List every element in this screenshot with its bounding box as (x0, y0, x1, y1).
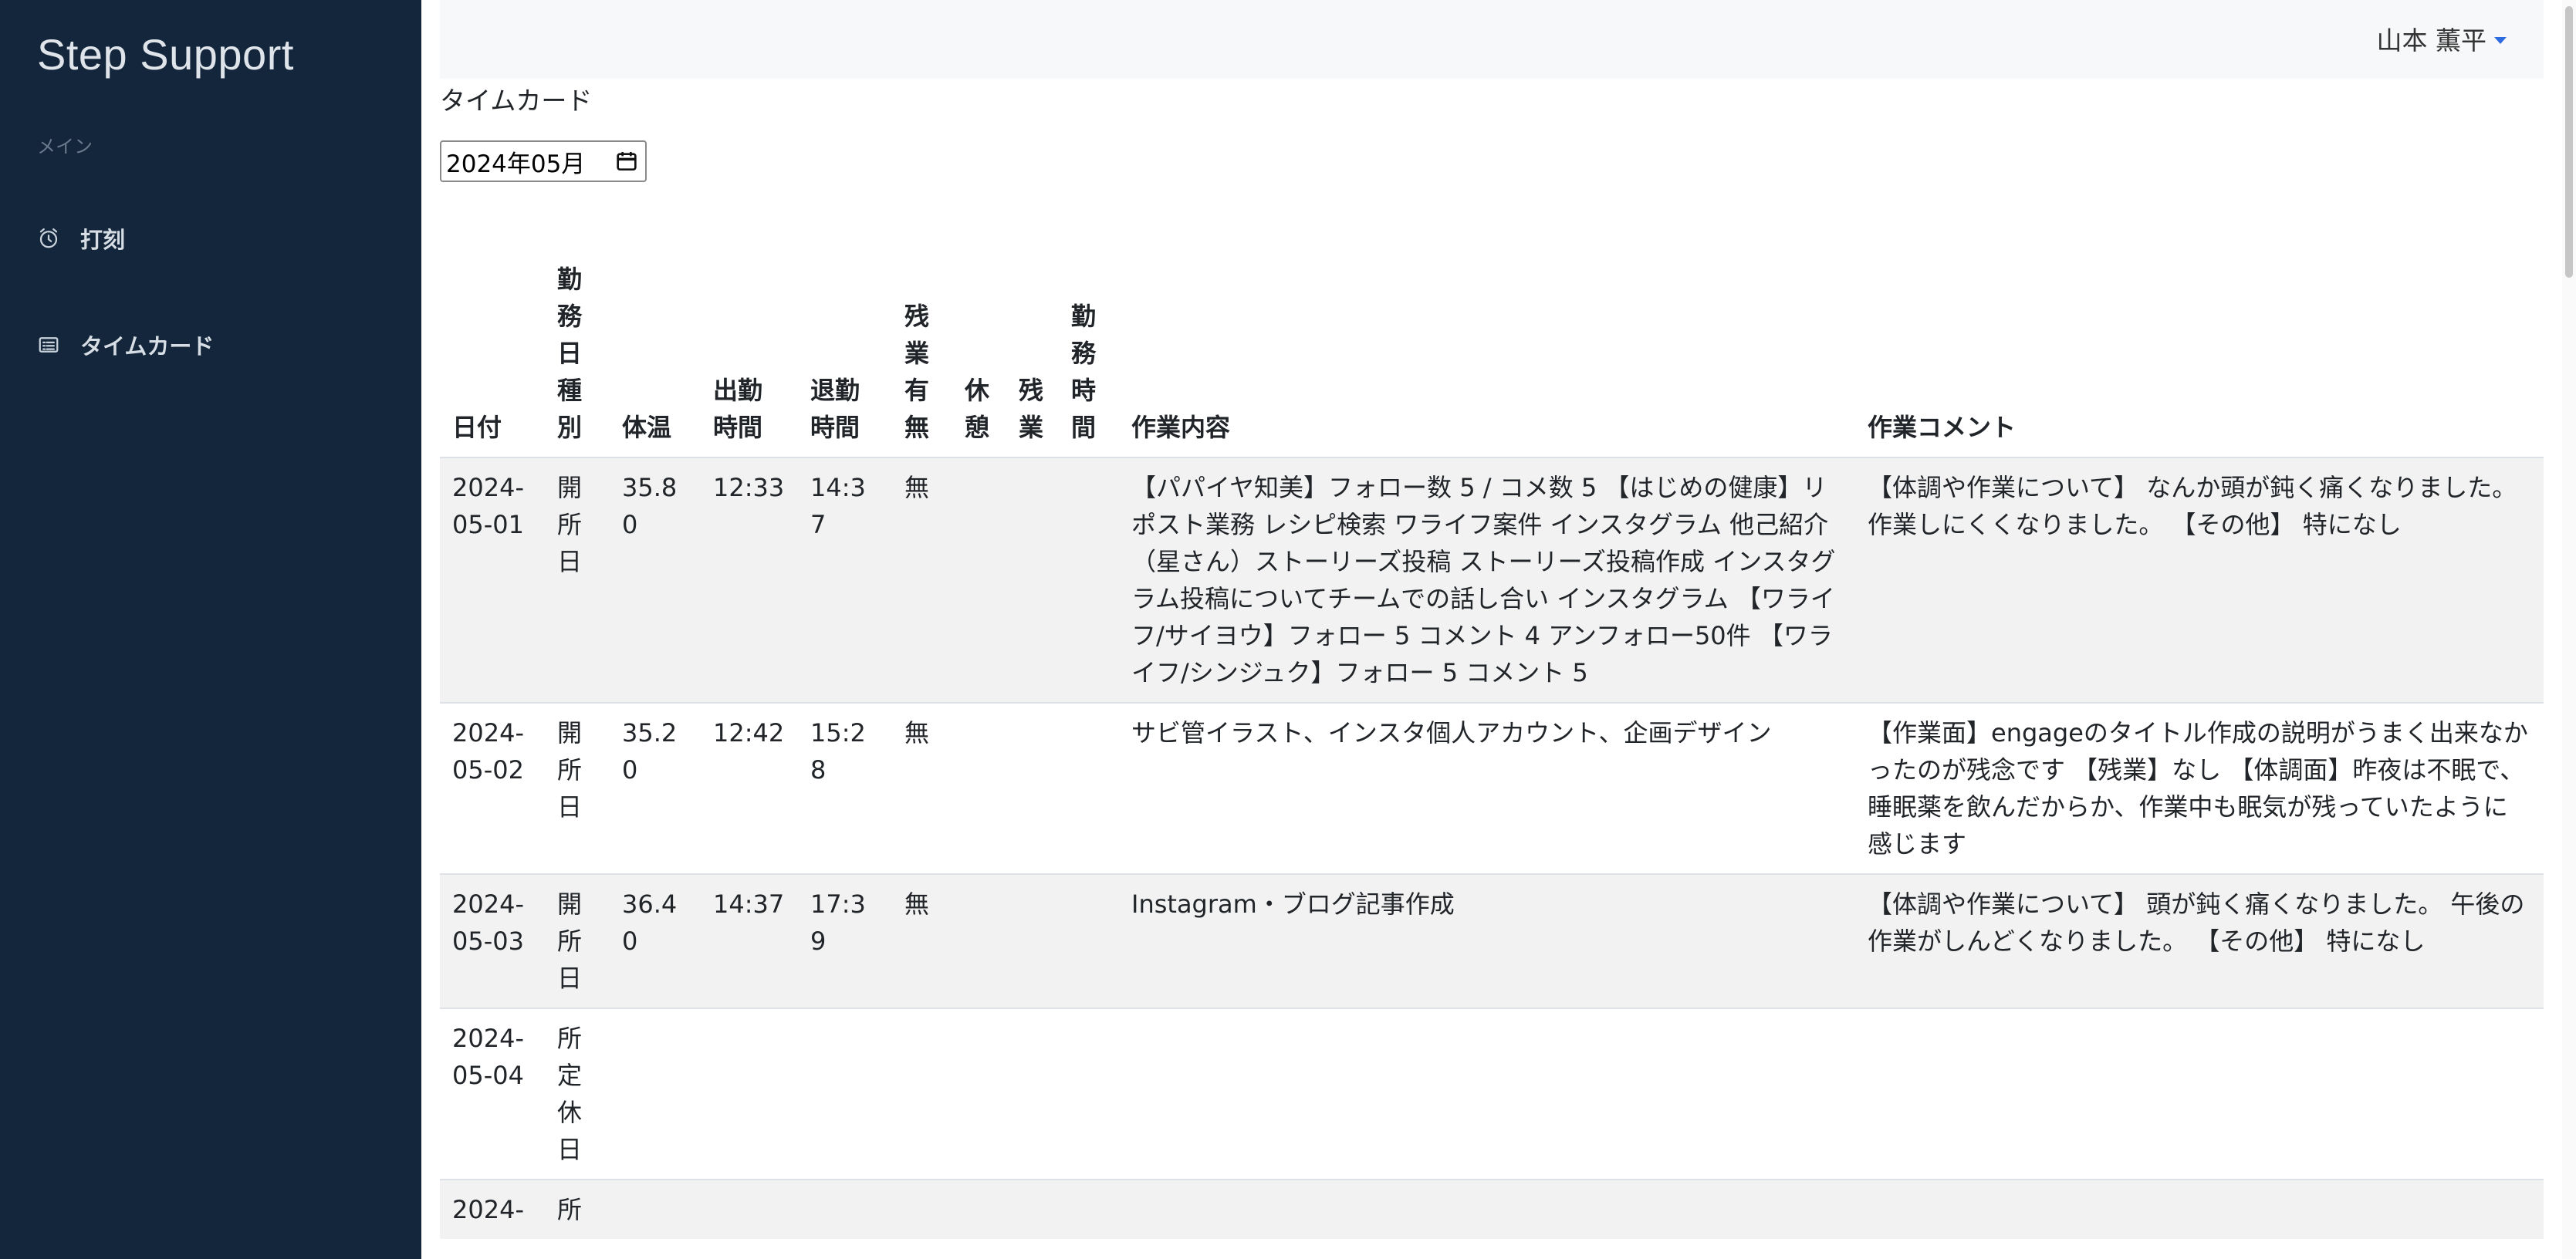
sidebar: Step Support メイン 打刻 タイムカード (0, 0, 421, 1259)
cell-work-content: サビ管イラスト、インスタ個人アカウント、企画デザイン (1131, 718, 1772, 748)
cell-break (952, 457, 1006, 703)
cell-break (952, 1180, 1006, 1239)
timecard-table-wrapper: 日付 勤務日種別 体温 出勤時間 退勤時間 残業有無 休憩 残業 勤務時間 作業… (440, 261, 2544, 1239)
scrollbar-thumb[interactable] (2565, 6, 2573, 278)
cell-clock-in: 12:33 (713, 473, 785, 502)
col-header-clock-in: 出勤時間 (713, 376, 763, 442)
cell-work-comment (1855, 1180, 2544, 1239)
cell-break (952, 1008, 1006, 1180)
cell-day-type: 所 (557, 1195, 583, 1224)
alarm-clock-icon (37, 227, 60, 250)
cell-overtime-flag: 無 (904, 718, 930, 748)
cell-overtime-flag (892, 1180, 952, 1239)
cell-temperature: 35.20 (622, 718, 678, 785)
cell-day-type: 所定休日 (557, 1024, 583, 1164)
user-menu-dropdown[interactable]: 山本 薫平 (2377, 20, 2507, 57)
cell-overtime-flag: 無 (904, 473, 930, 502)
cell-day-type: 開所日 (557, 718, 583, 822)
sidebar-item-label: タイムカード (80, 333, 215, 359)
cell-overtime (1006, 457, 1059, 703)
cell-overtime-flag: 無 (904, 889, 930, 919)
cell-temperature (610, 1008, 701, 1180)
cell-work-comment: 【体調や作業について】 なんか頭が鈍く痛くなりました。 作業しにくくなりました。… (1868, 473, 2517, 539)
sidebar-item-punch[interactable]: 打刻 (37, 222, 125, 255)
col-header-work-hours: 勤務時間 (1071, 302, 1097, 442)
cell-work-content (1119, 1180, 1855, 1239)
cell-overtime-flag (892, 1008, 952, 1180)
sidebar-item-timecard[interactable]: タイムカード (37, 329, 214, 361)
table-row: 2024-05-04 所定休日 (440, 1008, 2544, 1180)
cell-day-type: 開所日 (557, 473, 583, 576)
cell-work-content (1119, 1008, 1855, 1180)
cell-date: 2024-05-01 (452, 473, 524, 539)
col-header-work-content: 作業内容 (1131, 413, 1231, 442)
page-title: タイムカード (440, 86, 593, 116)
cell-work-hours (1059, 874, 1119, 1008)
col-header-clock-out: 退勤時間 (810, 376, 860, 442)
cell-work-comment (1855, 1008, 2544, 1180)
cell-clock-in: 14:37 (713, 889, 785, 919)
col-header-day-type: 勤務日種別 (557, 265, 583, 442)
main-content: 山本 薫平 タイムカード 2024年05月 日付 勤務日種別 体温 出勤時間 退… (421, 0, 2576, 1259)
cell-temperature: 35.80 (622, 473, 678, 539)
top-navbar: 山本 薫平 (440, 0, 2544, 79)
cell-break (952, 874, 1006, 1008)
cell-clock-out: 17:39 (810, 889, 866, 956)
table-row: 2024-05-01 開所日 35.80 12:33 14:37 無 【パパイヤ… (440, 457, 2544, 703)
col-header-temperature: 体温 (622, 413, 672, 442)
cell-work-content: 【パパイヤ知美】フォロー数 5 / コメ数 5 【はじめの健康】リポスト業務 レ… (1131, 473, 1836, 687)
col-header-overtime-flag: 残業有無 (904, 302, 930, 442)
timecard-list-icon (37, 333, 60, 356)
table-row: 2024-05-02 開所日 35.20 12:42 15:28 無 サビ管イラ… (440, 703, 2544, 874)
cell-overtime (1006, 703, 1059, 874)
month-picker-input[interactable]: 2024年05月 (440, 140, 647, 182)
cell-clock-in (701, 1008, 798, 1180)
user-name: 山本 薫平 (2376, 25, 2487, 56)
cell-overtime (1006, 874, 1059, 1008)
cell-break (952, 703, 1006, 874)
sidebar-item-label: 打刻 (80, 227, 126, 253)
cell-date: 2024- (452, 1195, 524, 1224)
calendar-icon[interactable] (614, 149, 639, 174)
cell-clock-in (701, 1180, 798, 1239)
cell-temperature (610, 1180, 701, 1239)
table-header-row: 日付 勤務日種別 体温 出勤時間 退勤時間 残業有無 休憩 残業 勤務時間 作業… (440, 261, 2544, 457)
cell-clock-out (798, 1008, 892, 1180)
cell-clock-out: 14:37 (810, 473, 866, 539)
timecard-table: 日付 勤務日種別 体温 出勤時間 退勤時間 残業有無 休憩 残業 勤務時間 作業… (440, 261, 2544, 1239)
cell-work-comment: 【作業面】engageのタイトル作成の説明がうまく出来なかったのが残念です 【残… (1868, 718, 2528, 859)
cell-work-content: Instagram・ブログ記事作成 (1131, 889, 1455, 919)
cell-clock-in: 12:42 (713, 718, 785, 748)
vertical-scrollbar[interactable] (2562, 0, 2576, 1259)
cell-clock-out (798, 1180, 892, 1239)
sidebar-section-label: メイン (37, 136, 93, 157)
cell-work-hours (1059, 457, 1119, 703)
col-header-date: 日付 (452, 413, 502, 442)
cell-work-hours (1059, 703, 1119, 874)
cell-day-type: 開所日 (557, 889, 583, 993)
brand-logo[interactable]: Step Support (37, 29, 294, 79)
month-value: 2024年05月 (446, 150, 586, 178)
table-row: 2024-05-03 開所日 36.40 14:37 17:39 無 Insta… (440, 874, 2544, 1008)
col-header-break: 休憩 (965, 376, 990, 442)
table-row: 2024- 所 (440, 1180, 2544, 1239)
cell-date: 2024-05-03 (452, 889, 524, 956)
cell-clock-out: 15:28 (810, 718, 866, 785)
cell-work-hours (1059, 1180, 1119, 1239)
col-header-work-comment: 作業コメント (1868, 413, 2017, 442)
cell-overtime (1006, 1180, 1059, 1239)
col-header-overtime: 残業 (1019, 376, 1044, 442)
cell-temperature: 36.40 (622, 889, 678, 956)
cell-overtime (1006, 1008, 1059, 1180)
cell-work-comment: 【体調や作業について】 頭が鈍く痛くなりました。 午後の作業がしんどくなりました… (1868, 889, 2525, 956)
cell-date: 2024-05-04 (452, 1024, 524, 1090)
cell-work-hours (1059, 1008, 1119, 1180)
cell-date: 2024-05-02 (452, 718, 524, 785)
caret-down-icon (2494, 36, 2507, 44)
